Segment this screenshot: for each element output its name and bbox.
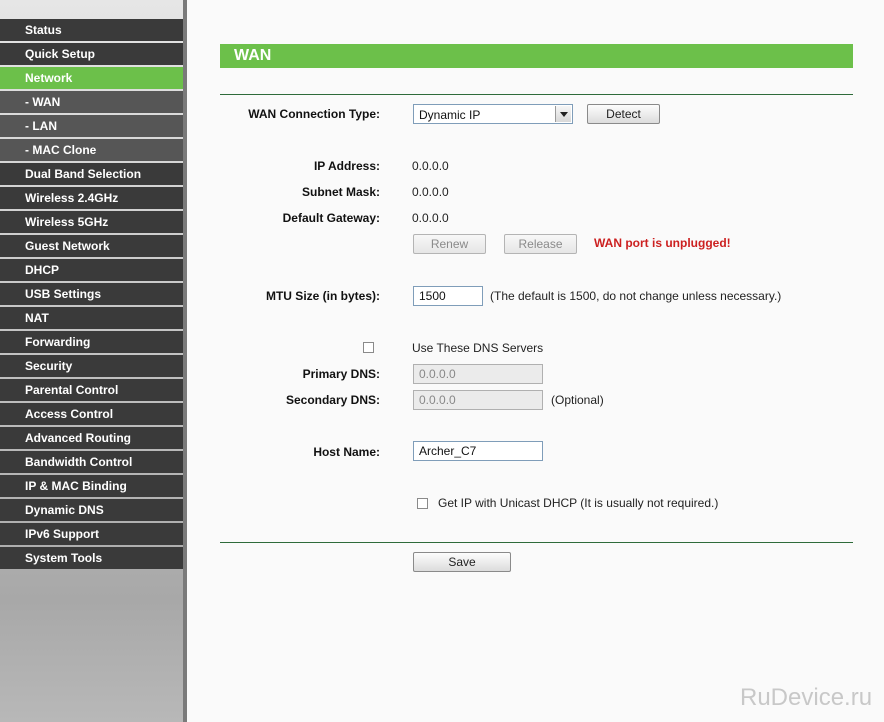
subnet-mask-label: Subnet Mask: xyxy=(301,185,380,199)
mtu-label: MTU Size (in bytes): xyxy=(265,289,380,303)
secondary-dns-label: Secondary DNS: xyxy=(285,393,380,407)
sidebar-item-forwarding[interactable]: Forwarding xyxy=(0,331,183,353)
sidebar-item-ip-mac-binding[interactable]: IP & MAC Binding xyxy=(0,475,183,497)
ip-address-value: 0.0.0.0 xyxy=(412,159,449,173)
wan-type-value: Dynamic IP xyxy=(419,108,481,122)
sidebar-item-status[interactable]: Status xyxy=(0,19,183,41)
use-dns-checkbox[interactable] xyxy=(363,342,374,353)
sidebar-item-guest-network[interactable]: Guest Network xyxy=(0,235,183,257)
default-gateway-value: 0.0.0.0 xyxy=(412,211,449,225)
sidebar-item-ipv6-support[interactable]: IPv6 Support xyxy=(0,523,183,545)
release-button[interactable]: Release xyxy=(504,234,577,254)
default-gateway-label: Default Gateway: xyxy=(282,211,380,225)
subnet-mask-value: 0.0.0.0 xyxy=(412,185,449,199)
bottom-divider xyxy=(220,542,853,543)
title-bar xyxy=(220,44,853,68)
sidebar-item-dhcp[interactable]: DHCP xyxy=(0,259,183,281)
wan-unplugged-warning: WAN port is unplugged! xyxy=(594,236,731,250)
host-name-input[interactable] xyxy=(413,441,543,461)
use-dns-label: Use These DNS Servers xyxy=(412,341,544,355)
primary-dns-input[interactable] xyxy=(413,364,543,384)
unicast-dhcp-checkbox[interactable] xyxy=(417,498,428,509)
watermark: RuDevice.ru xyxy=(740,684,873,711)
wan-type-select[interactable]: Dynamic IP xyxy=(413,104,573,124)
unicast-dhcp-label: Get IP with Unicast DHCP (It is usually … xyxy=(438,496,719,510)
sidebar-item-network[interactable]: Network xyxy=(0,67,183,89)
renew-button[interactable]: Renew xyxy=(413,234,486,254)
wan-type-label: WAN Connection Type: xyxy=(248,107,380,121)
sidebar-item-quick-setup[interactable]: Quick Setup xyxy=(0,43,183,65)
host-name-label: Host Name: xyxy=(313,445,380,459)
primary-dns-label: Primary DNS: xyxy=(302,367,380,381)
sidebar-item-dynamic-dns[interactable]: Dynamic DNS xyxy=(0,499,183,521)
sidebar-item-nat[interactable]: NAT xyxy=(0,307,183,329)
mtu-input[interactable] xyxy=(413,286,483,306)
detect-button[interactable]: Detect xyxy=(587,104,660,124)
save-button[interactable]: Save xyxy=(413,552,511,572)
optional-note: (Optional) xyxy=(551,393,604,407)
secondary-dns-input[interactable] xyxy=(413,390,543,410)
page-title: WAN xyxy=(234,47,272,64)
ip-address-label: IP Address: xyxy=(313,159,380,173)
mtu-hint: (The default is 1500, do not change unle… xyxy=(490,289,782,303)
chevron-down-icon[interactable] xyxy=(555,106,571,122)
sidebar-item-system-tools[interactable]: System Tools xyxy=(0,547,183,569)
top-divider xyxy=(220,94,853,95)
main-content: WAN WAN Connection Type: Dynamic IP Dete… xyxy=(187,0,884,722)
